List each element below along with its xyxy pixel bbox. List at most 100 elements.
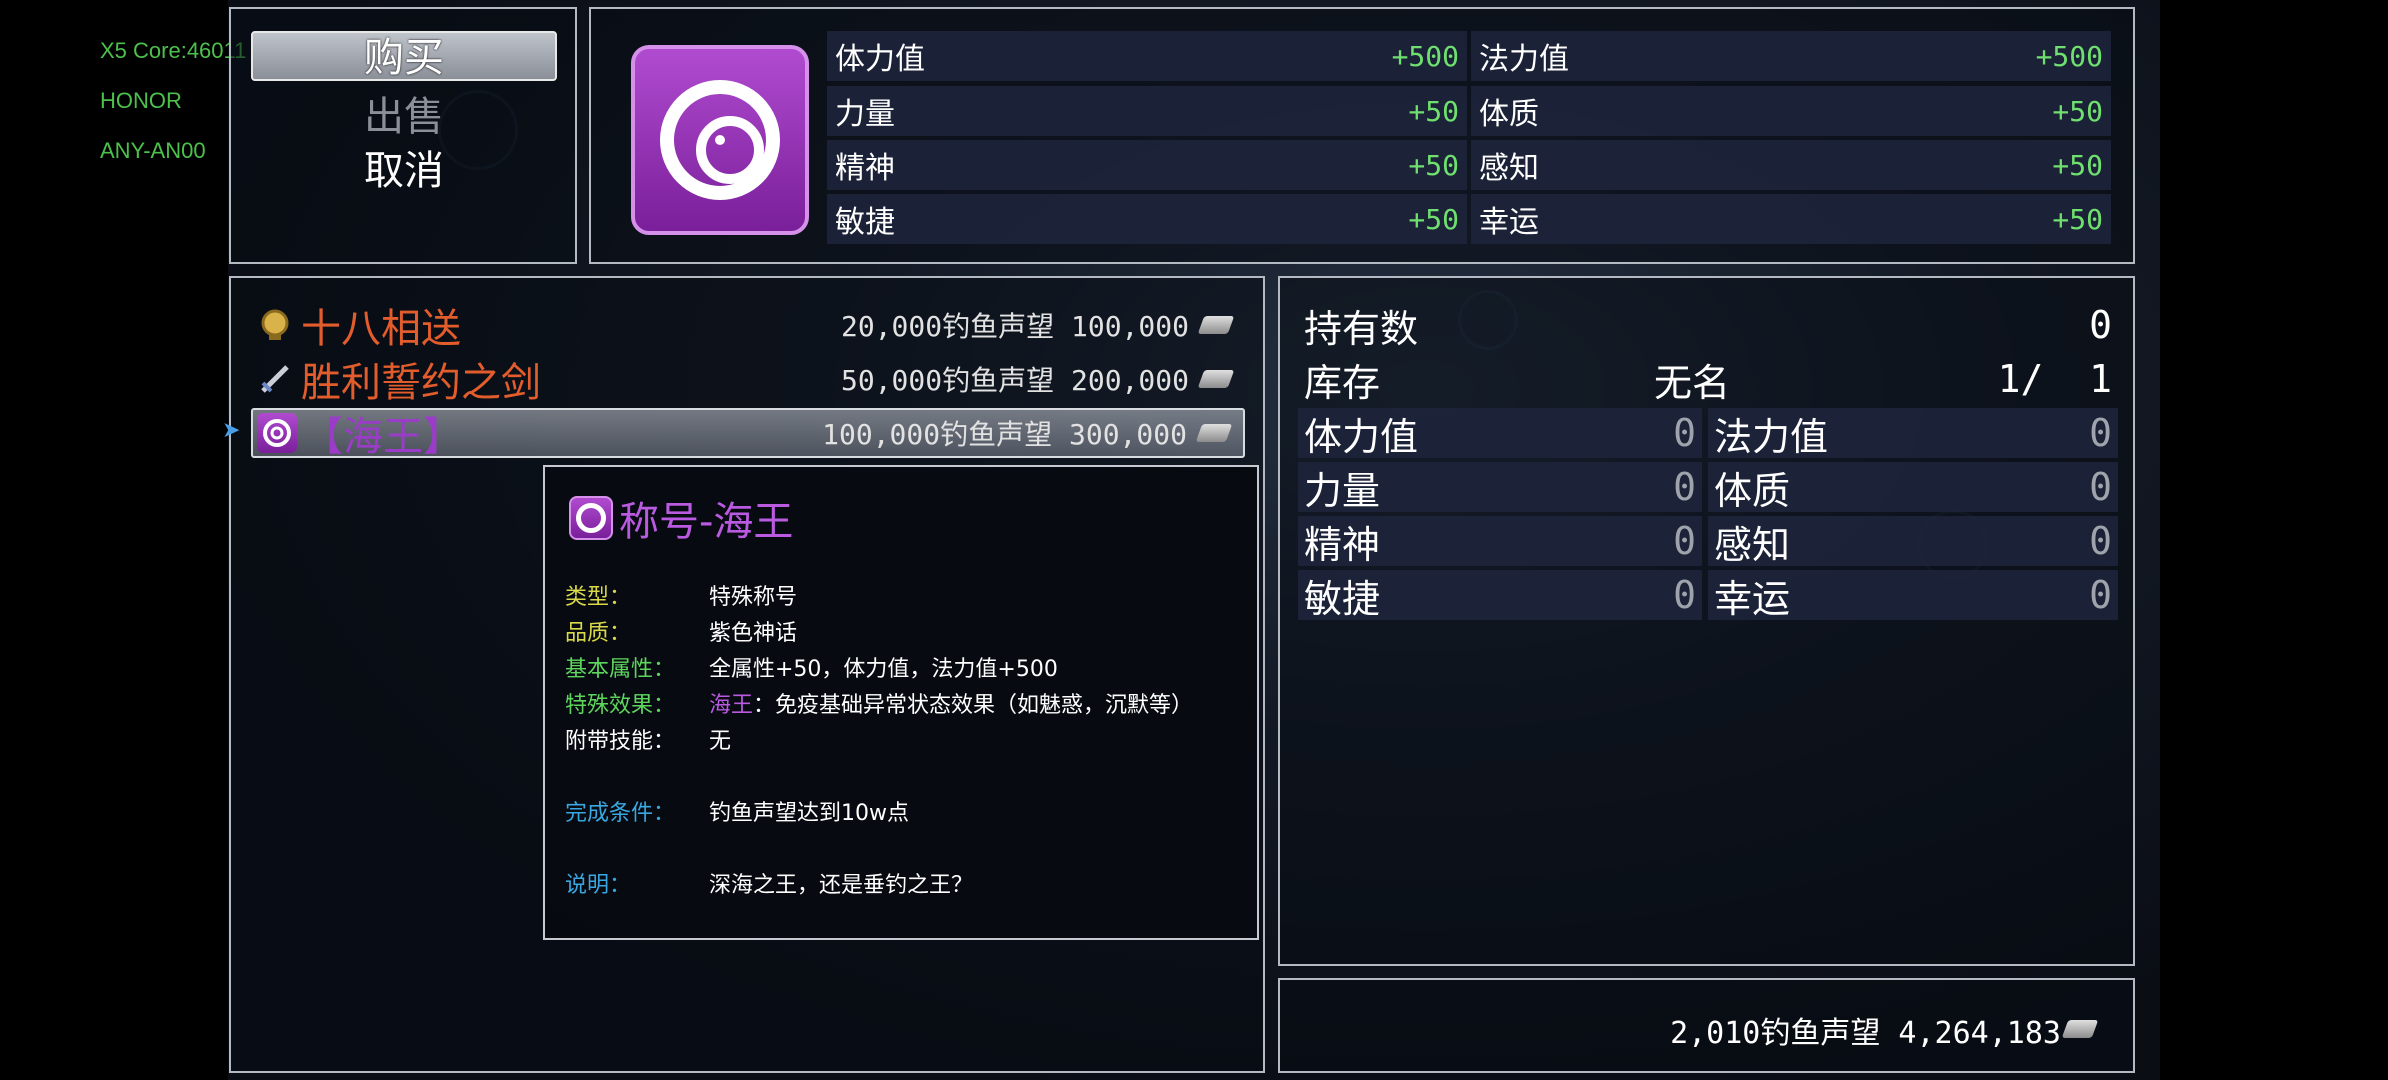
sell-command[interactable]: 出售 <box>251 92 557 142</box>
tooltip-row-base-attributes: 基本属性： 全属性+50，体力值，法力值+500 <box>565 651 1058 683</box>
selection-cursor-icon: ➤ <box>222 418 241 443</box>
tooltip-row-quality: 品质： 紫色神话 <box>565 615 797 647</box>
tooltip-key: 品质： <box>565 621 632 646</box>
stat-value: +500 <box>1391 39 1459 73</box>
tooltip-key: 基本属性： <box>565 657 676 682</box>
tooltip-value: 钓鱼声望达到10w点 <box>709 801 909 826</box>
item-name: 胜利誓约之剑 <box>301 360 541 406</box>
currency-window: 2,010钓鱼声望 4,264,183 <box>1278 978 2135 1073</box>
stock-row: 库存 无名 1/ 1 <box>1298 354 2118 405</box>
detail-stat-perception: 感知 0 <box>1708 516 2118 567</box>
stat-row-strength: 力量 +50 <box>827 86 1467 136</box>
tooltip-value: 深海之王，还是垂钓之王？ <box>709 873 974 898</box>
owned-count-row: 持有数 0 <box>1298 300 2118 351</box>
tooltip-value: 特殊称号 <box>709 585 798 610</box>
stat-row-mp: 法力值 +500 <box>1471 31 2111 81</box>
list-item-selected[interactable]: 【海王】 100,000钓鱼声望 300,000 <box>251 408 1245 460</box>
stat-value: +50 <box>1408 202 1459 236</box>
currency-amount: 2,010钓鱼声望 4,264,183 <box>1670 1016 2061 1051</box>
item-tooltip: 称号-海王 类型： 特殊称号 品质： 紫色神话 基本属性： 全属性+50，体力值… <box>543 465 1259 940</box>
title-item-icon <box>631 45 809 235</box>
cancel-command[interactable]: 取消 <box>251 146 557 196</box>
stat-label: 精神 <box>1304 522 1381 567</box>
coin-icon <box>1197 370 1235 388</box>
stat-label: 体质 <box>1479 97 1539 132</box>
tooltip-row-condition: 完成条件： 钓鱼声望达到10w点 <box>565 795 909 827</box>
stat-value: +50 <box>2052 202 2103 236</box>
item-price: 100,000钓鱼声望 300,000 <box>822 418 1187 451</box>
stat-label: 敏捷 <box>835 205 895 240</box>
stat-value: +50 <box>2052 94 2103 128</box>
detail-stat-hp: 体力值 0 <box>1298 408 1702 459</box>
tooltip-key: 类型： <box>565 585 632 610</box>
stat-value: 0 <box>1673 573 1696 617</box>
detail-stat-mp: 法力值 0 <box>1708 408 2118 459</box>
stock-label: 库存 <box>1304 360 1381 405</box>
buy-command[interactable]: 购买 <box>251 31 557 81</box>
list-item[interactable]: 胜利誓约之剑 50,000钓鱼声望 200,000 <box>251 354 1245 406</box>
stat-row-spirit: 精神 +50 <box>827 140 1467 190</box>
command-window: 购买 出售 取消 <box>229 7 577 264</box>
device-info-core: X5 Core:46011 <box>100 38 247 63</box>
stat-value: 0 <box>2089 411 2112 455</box>
stat-label: 体力值 <box>835 42 925 77</box>
tooltip-value: 全属性+50，体力值，法力值+500 <box>709 657 1058 682</box>
stat-label: 法力值 <box>1479 42 1569 77</box>
tooltip-value-highlight: 海王 <box>709 693 754 718</box>
coin-icon <box>1195 424 1233 442</box>
tooltip-value: 紫色神话 <box>709 621 798 646</box>
coin-icon <box>1197 316 1235 334</box>
owned-value: 0 <box>2089 303 2112 347</box>
target-icon <box>257 413 297 453</box>
item-status-window: 体力值 +500 法力值 +500 力量 +50 体质 +50 精神 +50 感… <box>589 7 2135 264</box>
tooltip-title: 称号-海王 <box>569 489 793 547</box>
target-icon <box>569 496 613 540</box>
device-info: X5 Core:46011 HONOR ANY-AN00 <box>100 26 246 176</box>
stat-value: 0 <box>2089 519 2112 563</box>
detail-stat-luck: 幸运 0 <box>1708 570 2118 621</box>
stat-value: 0 <box>2089 573 2112 617</box>
tooltip-value: 无 <box>709 729 732 754</box>
tooltip-row-special-effect: 特殊效果： 海王 ：免疫基础异常状态效果（如魅惑，沉默等） <box>565 687 1193 719</box>
stat-row-constitution: 体质 +50 <box>1471 86 2111 136</box>
stat-row-hp: 体力值 +500 <box>827 31 1467 81</box>
tooltip-key: 说明： <box>565 873 632 898</box>
tooltip-key: 完成条件： <box>565 801 676 826</box>
stat-label: 敏捷 <box>1304 576 1381 621</box>
tooltip-value: ：免疫基础异常状态效果（如魅惑，沉默等） <box>753 693 1194 718</box>
tooltip-row-type: 类型： 特殊称号 <box>565 579 797 611</box>
stat-value: +50 <box>1408 94 1459 128</box>
stat-label: 体力值 <box>1304 414 1419 459</box>
detail-stat-strength: 力量 0 <box>1298 462 1702 513</box>
item-price: 20,000钓鱼声望 100,000 <box>840 310 1189 343</box>
sword-icon <box>255 359 295 399</box>
stat-label: 体质 <box>1714 468 1791 513</box>
tooltip-key: 附带技能： <box>565 729 676 754</box>
tooltip-title-text: 称号-海王 <box>619 499 794 545</box>
stat-value: 0 <box>2089 465 2112 509</box>
stat-value: 0 <box>1673 465 1696 509</box>
stat-label: 力量 <box>1304 468 1381 513</box>
detail-stat-constitution: 体质 0 <box>1708 462 2118 513</box>
device-info-brand: HONOR <box>100 88 182 113</box>
tooltip-row-skill: 附带技能： 无 <box>565 723 731 755</box>
owned-label: 持有数 <box>1304 306 1419 351</box>
list-item[interactable]: 十八相送 20,000钓鱼声望 100,000 <box>251 300 1245 352</box>
item-detail-window: 持有数 0 库存 无名 1/ 1 体力值 0 法力值 0 力量 0 体质 0 精… <box>1278 276 2135 966</box>
device-info-model: ANY-AN00 <box>100 138 206 163</box>
stat-label: 幸运 <box>1714 576 1791 621</box>
detail-stat-agility: 敏捷 0 <box>1298 570 1702 621</box>
tooltip-key: 特殊效果： <box>565 693 676 718</box>
item-name: 【海王】 <box>303 414 463 460</box>
stat-value: 0 <box>1673 411 1696 455</box>
target-icon <box>660 80 780 200</box>
detail-stat-spirit: 精神 0 <box>1298 516 1702 567</box>
stat-label: 感知 <box>1714 522 1791 567</box>
stock-value: 1/ 1 <box>1997 357 2112 401</box>
coin-icon <box>2061 1020 2099 1038</box>
medal-icon <box>255 305 295 345</box>
stat-label: 法力值 <box>1714 414 1829 459</box>
item-name: 十八相送 <box>301 306 461 352</box>
stat-value: +50 <box>1408 148 1459 182</box>
stat-value: +50 <box>2052 148 2103 182</box>
